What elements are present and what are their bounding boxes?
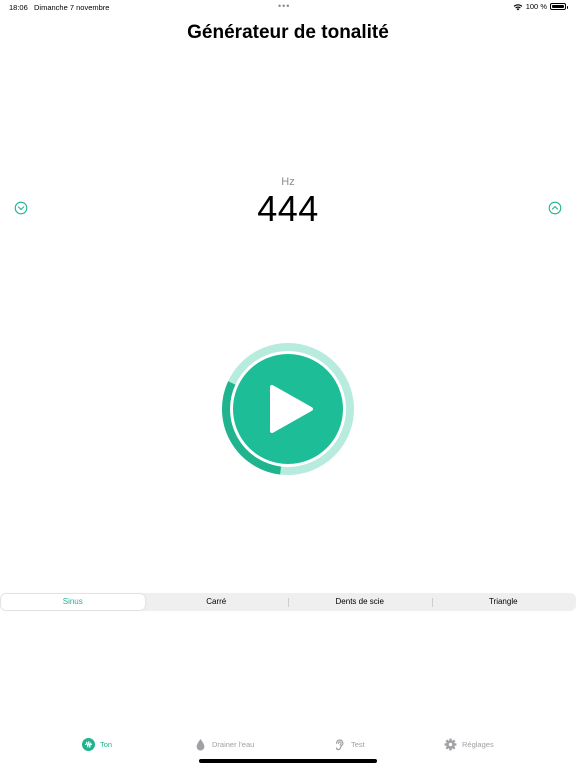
tab-test[interactable]: Test (333, 738, 365, 751)
home-indicator[interactable] (199, 759, 377, 763)
frequency-value[interactable]: 444 (0, 188, 576, 230)
tab-label: Réglages (462, 740, 494, 749)
status-date: Dimanche 7 novembre (34, 3, 110, 12)
battery-percentage: 100 % (525, 2, 547, 11)
waveform-option-dents-de-scie[interactable]: Dents de scie (288, 594, 432, 610)
frequency-unit: Hz (281, 176, 295, 188)
tab-label: Drainer l'eau (212, 740, 255, 749)
tab-label: Ton (100, 740, 113, 749)
status-indicators: 100 % (513, 2, 568, 11)
waveform-option-sinus[interactable]: Sinus (1, 594, 145, 610)
page-title: Générateur de tonalité (187, 22, 389, 43)
play-button[interactable] (231, 352, 345, 466)
wifi-icon (513, 3, 523, 10)
waveform-option-triangle[interactable]: Triangle (431, 594, 576, 610)
tab-drainer-l-eau[interactable]: Drainer l'eau (194, 738, 254, 751)
ear-icon (335, 739, 344, 751)
battery-icon (550, 3, 568, 10)
gear-icon (444, 738, 457, 751)
player (222, 343, 354, 475)
tab-ton[interactable]: Ton (82, 738, 112, 751)
multitasking-dots[interactable]: ••• (278, 1, 290, 11)
status-time: 18:06 (9, 3, 28, 12)
decrease-frequency-button[interactable] (14, 201, 28, 215)
increase-frequency-button[interactable] (548, 201, 562, 215)
chevron-down-circle-icon (14, 201, 28, 215)
drop-icon (196, 739, 205, 751)
waveform-selector: Sinus Carré Dents de scie Triangle (0, 593, 576, 611)
tab-bar: Ton Drainer l'eau Test Réglages (0, 730, 576, 760)
waveform-option-carre[interactable]: Carré (145, 594, 289, 610)
chevron-up-circle-icon (548, 201, 562, 215)
waveform-icon (82, 738, 95, 751)
tab-reglages[interactable]: Réglages (444, 738, 494, 751)
status-bar: 18:06 Dimanche 7 novembre ••• 100 % (0, 0, 576, 16)
tab-label: Test (351, 740, 365, 749)
